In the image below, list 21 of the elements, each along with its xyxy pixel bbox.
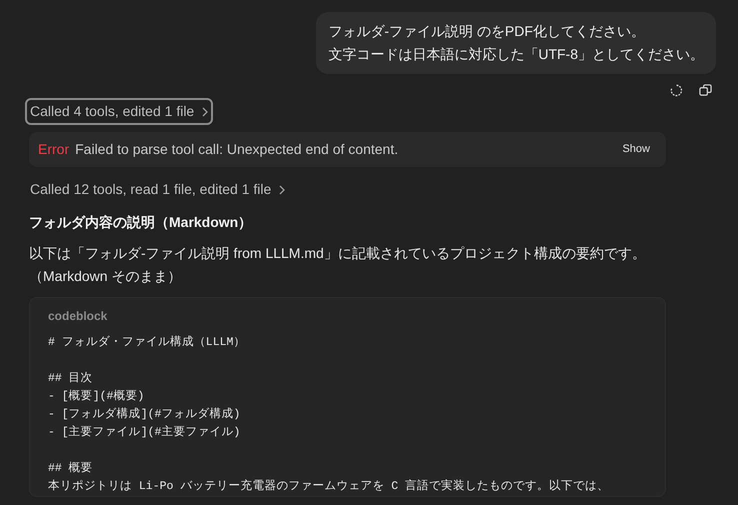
copy-icon[interactable] bbox=[699, 84, 712, 97]
tool-summary-toggle[interactable]: Called 12 tools, read 1 file, edited 1 file bbox=[25, 176, 290, 203]
section-heading: フォルダ内容の説明（Markdown） bbox=[29, 213, 252, 232]
code-line: ## 目次 bbox=[48, 371, 94, 387]
code-line: 本リポジトリは Li-Po バッテリー充電器のファームウェアを C 言語で実装したものです。以下では、 bbox=[48, 478, 610, 495]
code-line: # フォルダ・ファイル構成（LLLM） bbox=[48, 334, 246, 351]
error-label: Error bbox=[38, 140, 70, 159]
tool-summary-toggle[interactable]: Called 4 tools, edited 1 file bbox=[25, 98, 214, 125]
message-line: 文字コードは日本語に対応した「UTF-8」としてください。 bbox=[328, 45, 704, 64]
code-line: - [フォルダ構成](#フォルダ構成) bbox=[48, 406, 242, 423]
chevron-right-icon bbox=[279, 184, 286, 194]
code-line: ## 概要 bbox=[48, 460, 94, 477]
code-line: - [主要ファイル](#主要ファイル) bbox=[48, 424, 242, 441]
retry-icon[interactable] bbox=[670, 84, 683, 97]
message-line: フォルダ-ファイル説明 のをPDF化してください。 bbox=[328, 22, 646, 41]
show-button[interactable]: Show bbox=[622, 141, 650, 158]
code-line: - [概要](#概要) bbox=[48, 388, 146, 405]
chevron-right-icon bbox=[202, 106, 208, 116]
paragraph: 以下は「フォルダ-ファイル説明 from LLLM.md」に記載されているプロジェクト構成の要約です。 （Markdown そのまま） bbox=[29, 244, 646, 286]
code-language-label: codeblock bbox=[48, 308, 108, 325]
error-message: Failed to parse tool call: Unexpected end of content. bbox=[75, 140, 398, 159]
